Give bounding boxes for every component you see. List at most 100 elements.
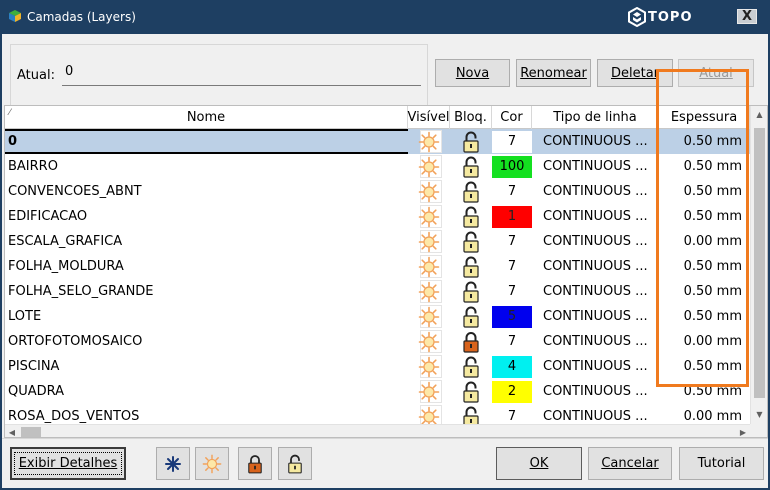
visible-sun-icon[interactable] [418,181,440,203]
table-row[interactable]: EDIFICACAO 1 CONTINUOUS ... 0.50 mm [5,204,750,229]
lock-toggle[interactable] [450,354,492,379]
lock-toggle[interactable] [450,154,492,179]
visible-toggle[interactable] [408,279,450,304]
lock-closed-icon[interactable] [462,331,480,353]
layer-name[interactable]: FOLHA_MOLDURA [5,254,408,279]
column-visible[interactable]: Visível [408,106,450,129]
layer-name[interactable]: PISCINA [5,354,408,379]
linetype-cell[interactable]: CONTINUOUS ... [532,404,659,424]
thickness-cell[interactable]: 0.50 mm [659,379,750,404]
table-row[interactable]: 0 7 CONTINUOUS ... 0.50 mm [5,129,750,154]
column-thickness[interactable]: Espessura [659,106,750,129]
lock-open-icon[interactable] [462,356,480,378]
scroll-down-icon[interactable]: ▼ [751,406,767,423]
visible-sun-icon[interactable] [418,131,440,153]
vertical-scroll-thumb[interactable] [754,128,765,398]
layer-name[interactable]: 0 [5,129,408,154]
thickness-cell[interactable]: 0.50 mm [659,279,750,304]
thickness-cell[interactable]: 0.00 mm [659,404,750,424]
new-layer-button[interactable]: Nova [435,59,510,87]
table-row[interactable]: ROSA_DOS_VENTOS 7 CONTINUOUS ... 0.00 mm [5,404,750,424]
thickness-cell[interactable]: 0.00 mm [659,229,750,254]
horizontal-scrollbar[interactable]: ◀ ▶ [5,424,750,437]
table-row[interactable]: CONVENCOES_ABNT 7 CONTINUOUS ... 0.50 mm [5,179,750,204]
layer-name[interactable]: CONVENCOES_ABNT [5,179,408,204]
freeze-button[interactable] [156,447,190,480]
color-cell[interactable]: 7 [492,179,532,204]
visible-toggle[interactable] [408,204,450,229]
lock-toggle[interactable] [450,279,492,304]
lock-open-icon[interactable] [462,256,480,278]
linetype-cell[interactable]: CONTINUOUS ... [532,304,659,329]
color-cell[interactable]: 7 [492,404,532,424]
rename-layer-button[interactable]: Renomear [516,59,591,87]
lock-open-icon[interactable] [462,206,480,228]
scroll-right-icon[interactable]: ▶ [736,425,750,437]
color-cell[interactable]: 7 [492,329,532,354]
table-row[interactable]: PISCINA 4 CONTINUOUS ... 0.50 mm [5,354,750,379]
lock-open-icon[interactable] [462,306,480,328]
thickness-cell[interactable]: 0.50 mm [659,179,750,204]
linetype-cell[interactable]: CONTINUOUS ... [532,254,659,279]
visible-toggle[interactable] [408,179,450,204]
column-name[interactable]: ⁄ Nome [5,106,408,129]
column-locked[interactable]: Bloq. [450,106,492,129]
lock-all-button[interactable] [238,447,272,480]
layer-name[interactable]: QUADRA [5,379,408,404]
lock-toggle[interactable] [450,179,492,204]
visible-toggle[interactable] [408,354,450,379]
layer-name[interactable]: ORTOFOTOMOSAICO [5,329,408,354]
lock-toggle[interactable] [450,254,492,279]
color-cell[interactable]: 7 [492,229,532,254]
color-cell[interactable]: 100 [492,154,532,179]
linetype-cell[interactable]: CONTINUOUS ... [532,379,659,404]
visible-toggle[interactable] [408,154,450,179]
color-cell[interactable]: 7 [492,129,532,154]
visible-sun-icon[interactable] [418,381,440,403]
thickness-cell[interactable]: 0.00 mm [659,329,750,354]
lock-toggle[interactable] [450,304,492,329]
thickness-cell[interactable]: 0.50 mm [659,304,750,329]
thickness-cell[interactable]: 0.50 mm [659,154,750,179]
color-cell[interactable]: 5 [492,304,532,329]
visible-sun-icon[interactable] [418,231,440,253]
lock-open-icon[interactable] [462,281,480,303]
table-row[interactable]: FOLHA_MOLDURA 7 CONTINUOUS ... 0.50 mm [5,254,750,279]
linetype-cell[interactable]: CONTINUOUS ... [532,204,659,229]
table-row[interactable]: QUADRA 2 CONTINUOUS ... 0.50 mm [5,379,750,404]
visible-sun-icon[interactable] [418,306,440,328]
visible-sun-icon[interactable] [418,281,440,303]
thaw-button[interactable] [195,447,229,480]
vertical-scrollbar[interactable]: ▲ ▼ [750,106,767,424]
table-row[interactable]: LOTE 5 CONTINUOUS ... 0.50 mm [5,304,750,329]
linetype-cell[interactable]: CONTINUOUS ... [532,129,659,154]
visible-sun-icon[interactable] [418,206,440,228]
table-row[interactable]: FOLHA_SELO_GRANDE 7 CONTINUOUS ... 0.50 mm [5,279,750,304]
layer-name[interactable]: LOTE [5,304,408,329]
linetype-cell[interactable]: CONTINUOUS ... [532,279,659,304]
linetype-cell[interactable]: CONTINUOUS ... [532,229,659,254]
linetype-cell[interactable]: CONTINUOUS ... [532,354,659,379]
linetype-cell[interactable]: CONTINUOUS ... [532,154,659,179]
table-row[interactable]: BAIRRO 100 CONTINUOUS ... 0.50 mm [5,154,750,179]
unlock-all-button[interactable] [278,447,312,480]
thickness-cell[interactable]: 0.50 mm [659,204,750,229]
lock-open-icon[interactable] [462,406,480,425]
color-cell[interactable]: 1 [492,204,532,229]
visible-toggle[interactable] [408,379,450,404]
show-details-button[interactable]: Exibir Detalhes [10,447,126,480]
visible-toggle[interactable] [408,254,450,279]
layer-name[interactable]: BAIRRO [5,154,408,179]
lock-toggle[interactable] [450,129,492,154]
set-current-button[interactable]: Atual [678,59,754,87]
lock-open-icon[interactable] [462,231,480,253]
lock-open-icon[interactable] [462,381,480,403]
color-cell[interactable]: 2 [492,379,532,404]
current-layer-field[interactable] [62,58,421,86]
visible-toggle[interactable] [408,304,450,329]
color-cell[interactable]: 7 [492,254,532,279]
tutorial-button[interactable]: Tutorial [679,447,764,480]
ok-button[interactable]: OK [496,447,582,480]
visible-sun-icon[interactable] [418,256,440,278]
visible-sun-icon[interactable] [418,331,440,353]
